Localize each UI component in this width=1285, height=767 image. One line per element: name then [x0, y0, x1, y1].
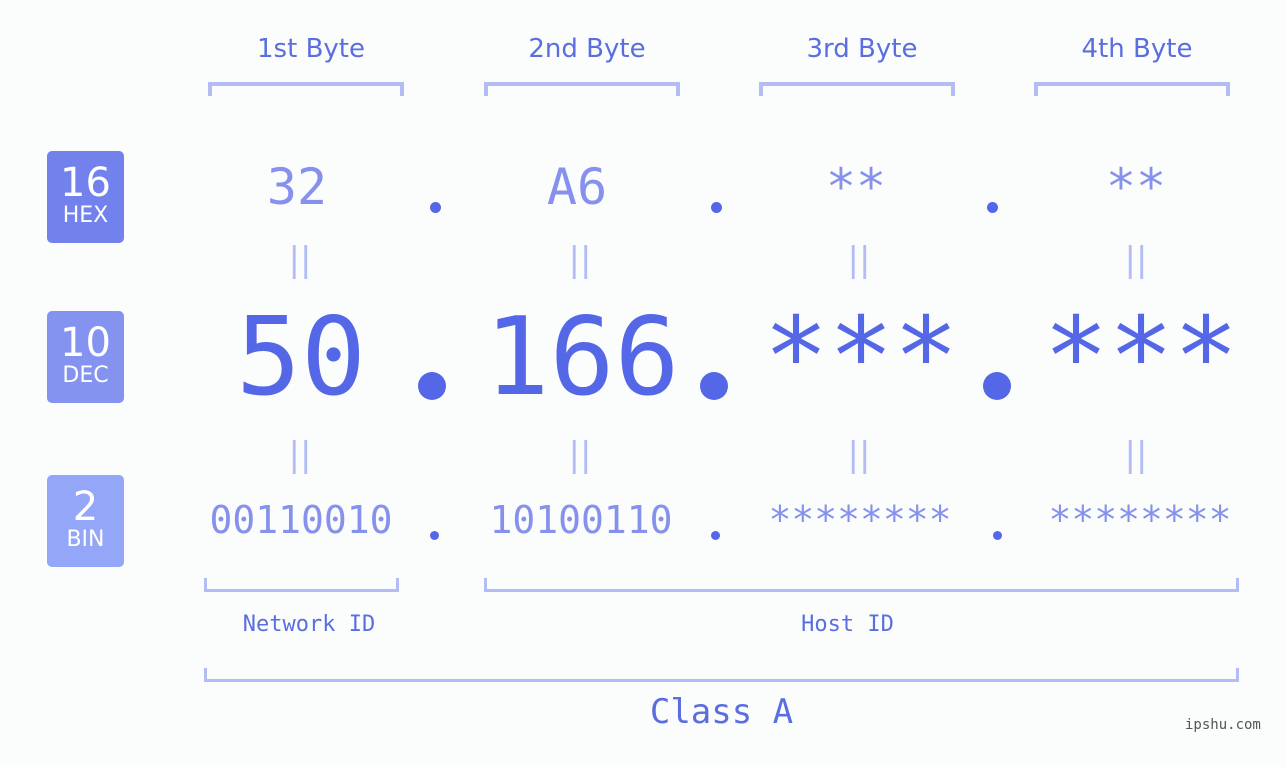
bin-octet-2: 10100110 [489, 498, 673, 542]
bin-separator-dot [430, 531, 439, 540]
equals-sign: || [1124, 240, 1148, 280]
host-id-bracket [484, 578, 1239, 592]
dec-separator-dot [983, 372, 1011, 400]
watermark: ipshu.com [1185, 717, 1261, 733]
byte-bracket-1 [208, 82, 404, 96]
equals-sign: || [288, 240, 312, 280]
hex-octet-3: ** [825, 158, 887, 216]
hex-separator-dot [711, 202, 722, 213]
byte-header-1: 1st Byte [257, 34, 365, 64]
equals-sign: || [847, 435, 871, 475]
dec-base-label: DEC [62, 363, 109, 388]
dec-octet-3: *** [763, 295, 959, 420]
bin-separator-dot [993, 531, 1002, 540]
equals-sign: || [288, 435, 312, 475]
dec-separator-dot [700, 372, 728, 400]
equals-sign: || [1124, 435, 1148, 475]
dec-badge: 10 DEC [47, 311, 124, 403]
host-id-label: Host ID [801, 612, 894, 637]
hex-octet-4: ** [1105, 158, 1167, 216]
hex-octet-1: 32 [266, 158, 328, 216]
byte-header-4: 4th Byte [1081, 34, 1193, 64]
bin-separator-dot [711, 531, 720, 540]
hex-base-number: 16 [60, 160, 111, 206]
equals-sign: || [847, 240, 871, 280]
bin-base-label: BIN [66, 527, 105, 552]
byte-bracket-4 [1034, 82, 1230, 96]
bin-octet-3: ******** [768, 498, 952, 542]
equals-sign: || [568, 240, 592, 280]
byte-header-2: 2nd Byte [528, 34, 646, 64]
dec-octet-2: 166 [484, 295, 680, 420]
byte-header-3: 3rd Byte [806, 34, 918, 64]
class-label: Class A [649, 692, 794, 732]
hex-separator-dot [430, 202, 441, 213]
bin-badge: 2 BIN [47, 475, 124, 567]
dec-base-number: 10 [60, 320, 111, 366]
hex-badge: 16 HEX [47, 151, 124, 243]
hex-base-label: HEX [62, 203, 109, 228]
network-id-bracket [204, 578, 399, 592]
hex-separator-dot [987, 202, 998, 213]
byte-bracket-2 [484, 82, 680, 96]
equals-sign: || [568, 435, 592, 475]
hex-octet-2: A6 [546, 158, 608, 216]
class-bracket [204, 668, 1239, 682]
dec-separator-dot [418, 372, 446, 400]
bin-octet-4: ******** [1048, 498, 1232, 542]
network-id-label: Network ID [242, 612, 376, 637]
dec-octet-1: 50 [235, 295, 367, 420]
byte-bracket-3 [759, 82, 955, 96]
bin-octet-1: 00110010 [209, 498, 393, 542]
dec-octet-4: *** [1043, 295, 1239, 420]
bin-base-number: 2 [72, 484, 99, 530]
